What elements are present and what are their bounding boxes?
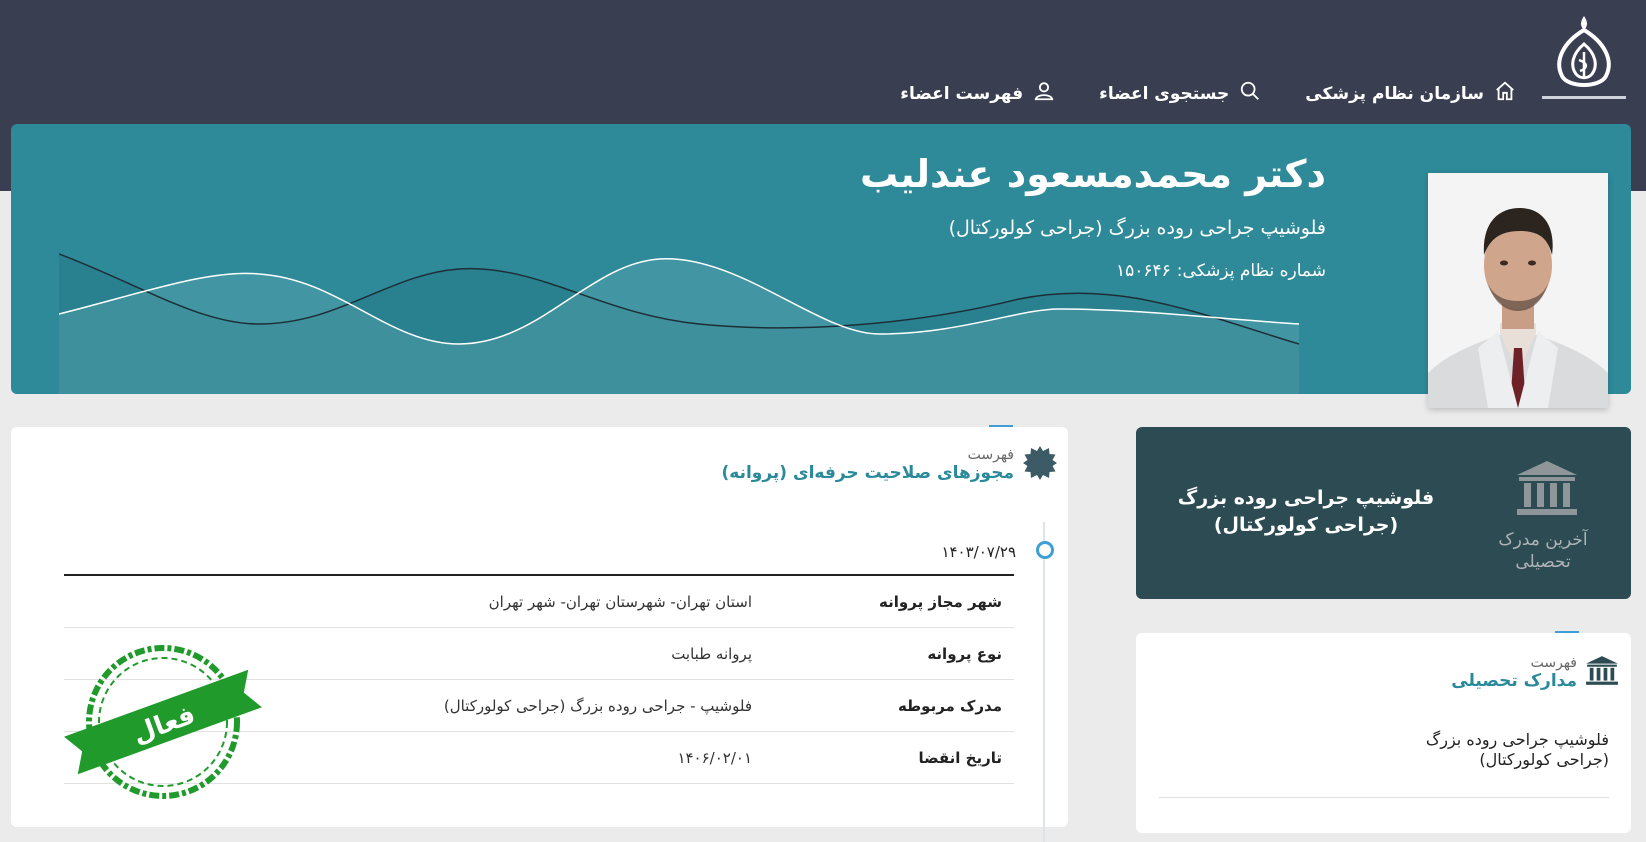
main-nav: سازمان نظام پزشکی جستجوی اعضاء فهرست اعض… (900, 80, 1516, 107)
latest-degree-card: آخرین مدرک تحصیلی فلوشیپ جراحی روده بزرگ… (1136, 427, 1631, 599)
license-row: شهر مجاز پروانه استان تهران- شهرستان تهر… (64, 576, 1014, 628)
latest-degree-title: فلوشیپ جراحی روده بزرگ (جراحی کولورکتال) (1177, 487, 1435, 536)
code-value: ۱۵۰۶۴۶ (1116, 261, 1171, 281)
divider (1159, 797, 1609, 798)
nav-home[interactable]: سازمان نظام پزشکی (1305, 80, 1516, 107)
licenses-heading-small: فهرست (967, 447, 1014, 463)
nav-members[interactable]: فهرست اعضاء (900, 80, 1055, 107)
license-row-key: شهر مجاز پروانه (879, 592, 1002, 611)
licenses-heading: فهرست مجوزهای صلاحیت حرفه‌ای (پروانه) (721, 445, 1058, 485)
license-row-value: ۱۴۰۶/۰۲/۰۱ (677, 748, 752, 767)
license-date: ۱۴۰۳/۰۷/۲۹ (941, 543, 1016, 561)
nav-home-label: سازمان نظام پزشکی (1305, 83, 1484, 104)
institution-icon (1515, 459, 1579, 523)
badge-icon (1022, 445, 1058, 485)
license-row-key: نوع پروانه (927, 644, 1002, 663)
doctor-name: دکتر محمدمسعود عندلیب (860, 152, 1326, 196)
nav-search[interactable]: جستجوی اعضاء (1099, 80, 1261, 107)
medical-council-number: شماره نظام پزشکی: ۱۵۰۶۴۶ (1116, 261, 1326, 281)
code-label: شماره نظام پزشکی: (1176, 261, 1326, 281)
licenses-card: فهرست مجوزهای صلاحیت حرفه‌ای (پروانه) ۱۴… (11, 425, 1068, 842)
doctor-header: دکتر محمدمسعود عندلیب فلوشیپ جراحی روده … (11, 124, 1631, 394)
medical-council-logo[interactable] (1536, 8, 1632, 108)
education-heading-small: فهرست (1530, 655, 1577, 671)
licenses-heading-title: مجوزهای صلاحیت حرفه‌ای (پروانه) (721, 463, 1014, 483)
doctor-photo (1428, 173, 1608, 408)
user-icon (1033, 80, 1055, 107)
latest-degree-label: آخرین مدرک تحصیلی (1498, 530, 1588, 572)
home-icon (1494, 80, 1516, 107)
education-heading: فهرست مدارک تحصیلی (1451, 655, 1619, 691)
education-heading-title: مدارک تحصیلی (1451, 671, 1577, 691)
doctor-specialty: فلوشیپ جراحی روده بزرگ (جراحی کولورکتال) (948, 217, 1326, 239)
license-row-value: پروانه طبابت (671, 644, 752, 663)
search-icon (1239, 80, 1261, 107)
timeline-line (1043, 522, 1045, 842)
education-card: فهرست مدارک تحصیلی فلوشیپ جراحی روده بزر… (1136, 631, 1631, 833)
decorative-waves (59, 253, 1299, 394)
timeline-dot (1036, 541, 1054, 559)
institution-icon (1585, 655, 1619, 691)
license-row-key: مدرک مربوطه (897, 696, 1002, 715)
nav-search-label: جستجوی اعضاء (1099, 83, 1230, 104)
license-row-value: استان تهران- شهرستان تهران- شهر تهران (488, 592, 752, 611)
education-item: فلوشیپ جراحی روده بزرگ (جراحی کولورکتال) (1425, 730, 1609, 769)
active-stamp: فعال (63, 637, 263, 807)
license-row-value: فلوشیپ - جراحی روده بزرگ (جراحی کولورکتا… (443, 696, 752, 715)
license-row-key: تاریخ انقضا (918, 748, 1002, 767)
nav-members-label: فهرست اعضاء (900, 83, 1024, 104)
